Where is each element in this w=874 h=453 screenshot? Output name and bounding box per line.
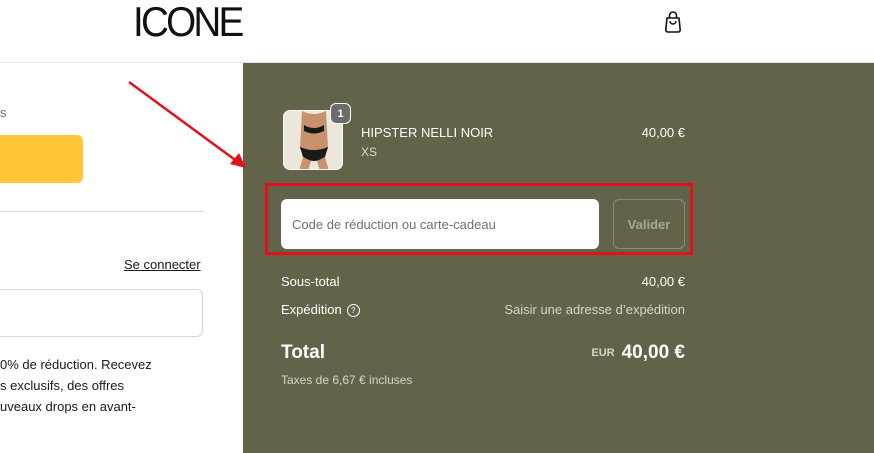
total-currency: EUR (591, 347, 615, 359)
store-header: ICONE (0, 0, 874, 63)
shipping-value: Saisir une adresse d’expédition (504, 302, 685, 317)
total-value: 40,00 € (621, 342, 685, 363)
product-price: 40,00 € (641, 125, 685, 140)
help-icon[interactable]: ? (346, 304, 360, 317)
express-pay-button[interactable] (0, 135, 83, 183)
highlight-box (265, 183, 693, 255)
login-link[interactable]: Se connecter (124, 257, 201, 272)
shipping-label: Expédition (281, 302, 342, 317)
checkout-form-column: s Se connecter 0% de réduction. Recevez … (0, 63, 243, 453)
store-logo[interactable]: ICONE (133, 0, 244, 45)
newsletter-text-line: s exclusifs, des offres (0, 378, 125, 393)
product-name: HIPSTER NELLI NOIR (361, 125, 494, 140)
truncated-text: s (0, 105, 7, 120)
cart-button[interactable] (662, 10, 684, 34)
newsletter-text-line: uveaux drops en avant- (0, 399, 136, 414)
subtotal-value: 40,00 € (641, 274, 685, 289)
total-amount: EUR 40,00 € (591, 342, 685, 364)
shipping-row: Expédition? (281, 302, 360, 317)
newsletter-text-line: 0% de réduction. Recevez (0, 357, 152, 372)
email-field[interactable] (0, 289, 203, 337)
divider (0, 211, 204, 212)
quantity-badge: 1 (330, 103, 351, 124)
product-variant: XS (361, 145, 378, 159)
total-label: Total (281, 342, 325, 363)
shopping-bag-icon (665, 11, 681, 33)
order-summary: 1 HIPSTER NELLI NOIR XS 40,00 € Valider … (243, 63, 874, 453)
subtotal-label: Sous-total (281, 274, 340, 289)
tax-note: Taxes de 6,67 € incluses (281, 373, 413, 387)
